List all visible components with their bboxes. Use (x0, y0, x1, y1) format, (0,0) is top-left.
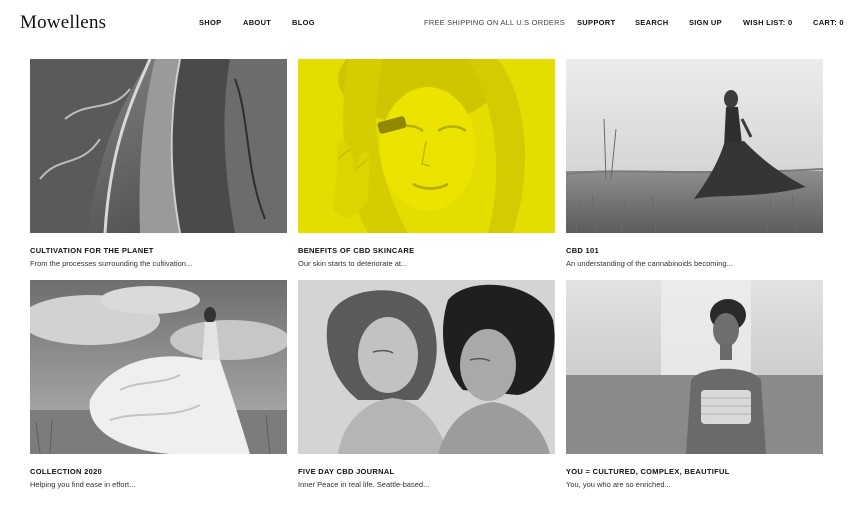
blog-card-image[interactable] (30, 59, 287, 233)
nav-cart[interactable]: CART: 0 (813, 18, 844, 27)
site-logo[interactable]: Mowellens (20, 12, 106, 34)
blog-card-excerpt: You, you who are so enriched... (566, 480, 671, 489)
nav-search[interactable]: SEARCH (635, 18, 668, 27)
blog-card-title[interactable]: YOU = CULTURED, COMPLEX, BEAUTIFUL (566, 467, 730, 476)
free-shipping-banner: FREE SHIPPING ON ALL U.S ORDERS (424, 18, 565, 27)
blog-card-title[interactable]: FIVE DAY CBD JOURNAL (298, 467, 394, 476)
blog-card-title[interactable]: CULTIVATION FOR THE PLANET (30, 246, 154, 255)
blog-card-title[interactable]: CBD 101 (566, 246, 599, 255)
nav-support[interactable]: SUPPORT (577, 18, 615, 27)
blog-card-excerpt: Inner Peace in real life. Seattle-based.… (298, 480, 430, 489)
blog-card-excerpt: Helping you find ease in effort... (30, 480, 136, 489)
blog-card-title[interactable]: COLLECTION 2020 (30, 467, 102, 476)
blog-card-image[interactable] (298, 280, 555, 454)
blog-card-image[interactable] (30, 280, 287, 454)
blog-card-excerpt: From the processes surrounding the culti… (30, 259, 193, 268)
nav-wish-list[interactable]: WISH LIST: 0 (743, 18, 792, 27)
nav-shop[interactable]: SHOP (199, 18, 221, 27)
blog-card-excerpt: Our skin starts to deteriorate at... (298, 259, 408, 268)
blog-card-title[interactable]: BENEFITS OF CBD SKINCARE (298, 246, 414, 255)
blog-card-image[interactable] (566, 59, 823, 233)
nav-sign-up[interactable]: SIGN UP (689, 18, 722, 27)
blog-card-excerpt: An understanding of the cannabinoids bec… (566, 259, 733, 268)
blog-card-image[interactable] (298, 59, 555, 233)
blog-card-image[interactable] (566, 280, 823, 454)
nav-blog[interactable]: BLOG (292, 18, 315, 27)
nav-about[interactable]: ABOUT (243, 18, 271, 27)
